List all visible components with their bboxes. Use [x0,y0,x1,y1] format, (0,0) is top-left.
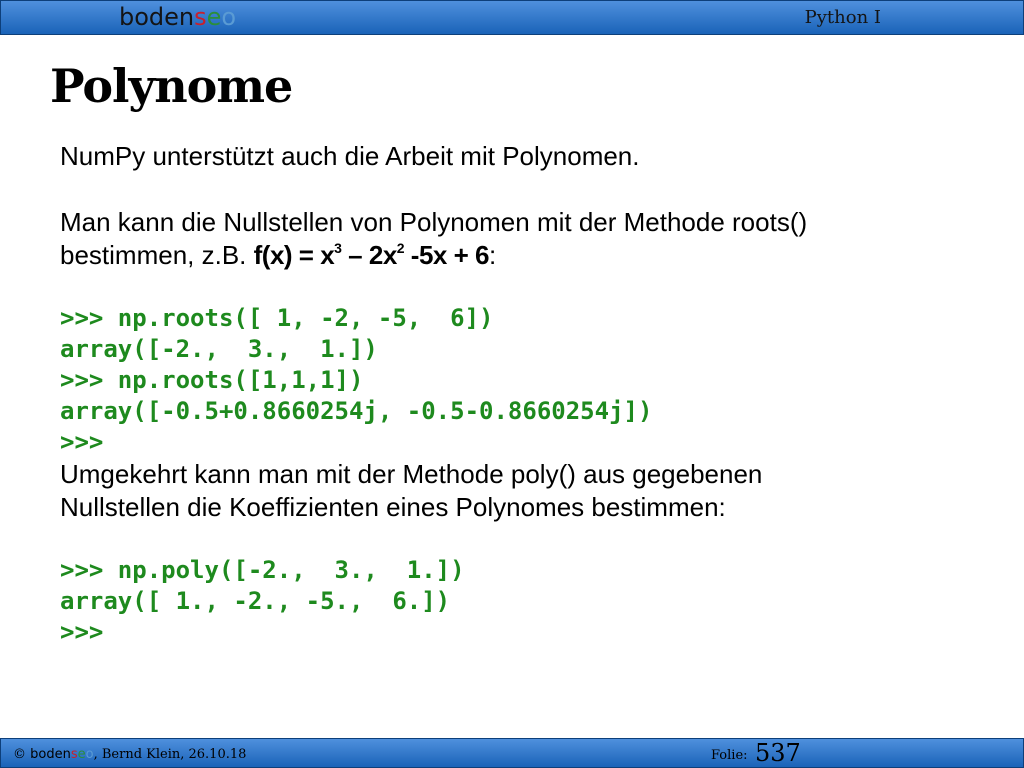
slide-number-label: Folie: [711,748,748,763]
code-line: >>> np.roots([ 1, -2, -5, 6]) [60,304,494,332]
logo-letter-o: o [221,3,237,31]
formula-rhs: -5x + 6 [404,240,490,270]
logo-text-boden: boden [119,3,195,31]
formula-colon: : [488,240,497,270]
slide-number: 537 [755,739,801,767]
polynomial-formula: f(x) = x3 – 2x2 -5x + 6 [253,240,490,270]
code-line: >>> np.poly([-2., 3., 1.]) [60,556,465,584]
formula-exponent-2: 2 [396,240,405,256]
slide-content: NumPy unterstützt auch die Arbeit mit Po… [60,140,1000,648]
footer-bar: © bodenseo, Bernd Klein, 26.10.18 Folie:… [0,738,1024,768]
roots-text-line-1: Man kann die Nullstellen von Polynomen m… [60,207,808,237]
code-line: >>> [60,428,104,456]
brand-letter-o: o [85,747,94,762]
author-date: , Bernd Klein, 26.10.18 [93,747,247,762]
code-line: array([-0.5+0.8660254j, -0.5-0.8660254j]… [60,397,653,425]
roots-text-line-2: bestimmen, z.B. f(x) = x3 – 2x2 -5x + 6: [60,239,1000,272]
roots-text-prefix: bestimmen, z.B. [60,240,254,270]
footer-copyright: © bodenseo, Bernd Klein, 26.10.18 [13,747,246,763]
poly-text-line-2: Nullstellen die Koeffizienten eines Poly… [60,492,726,522]
brand-text-boden: boden [30,747,71,762]
logo-letter-e: e [206,3,222,31]
poly-text-line-1: Umgekehrt kann man mit der Methode poly(… [60,459,763,489]
slide-title: Polynome [50,59,293,113]
footer-brand: bodenseo [30,747,93,762]
code-line: >>> np.roots([1,1,1]) [60,366,364,394]
intro-text: NumPy unterstützt auch die Arbeit mit Po… [60,141,640,171]
bodenseo-logo: bodenseo [119,3,236,31]
code-line: >>> [60,618,104,646]
formula-lhs: f(x) = x [253,240,335,270]
code-line: array([ 1., -2., -5., 6.]) [60,587,451,615]
course-title: Python I [804,7,881,28]
brand-letter-s: s [70,747,78,762]
formula-mid: – 2x [341,240,397,270]
logo-letter-s: s [194,3,207,31]
header-bar: bodenseo Python I [0,0,1024,35]
code-block-poly: >>> np.poly([-2., 3., 1.]) array([ 1., -2… [60,524,1000,648]
code-block-roots: >>> np.roots([ 1, -2, -5, 6]) array([-2.,… [60,272,1000,458]
code-line: array([-2., 3., 1.]) [60,335,378,363]
brand-letter-e: e [77,747,86,762]
copyright-symbol: © [13,747,26,762]
